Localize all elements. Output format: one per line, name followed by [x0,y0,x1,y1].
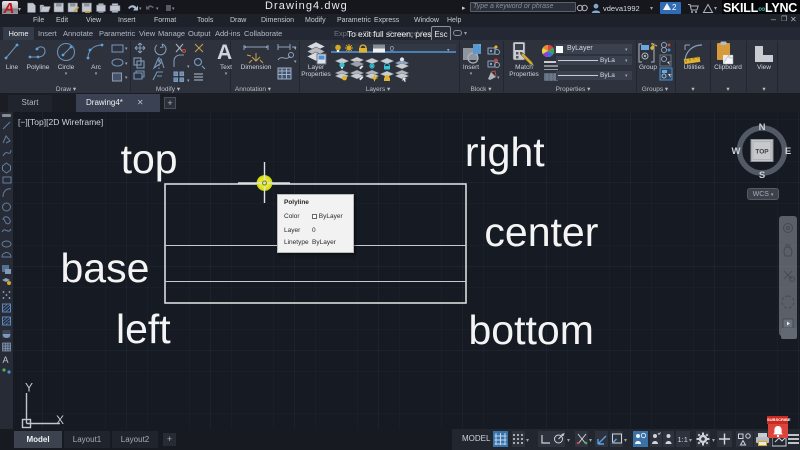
svg-text:▾: ▾ [187,64,190,70]
svg-text:▾: ▾ [589,438,592,444]
svg-text:0: 0 [390,46,394,53]
svg-text:▾: ▾ [156,6,159,12]
svg-text:▾: ▾ [712,438,715,444]
svg-text:1:1: 1:1 [678,435,688,444]
svg-text:▾: ▾ [497,75,500,81]
svg-text:▾: ▾ [447,48,450,54]
svg-text:▾: ▾ [187,78,190,82]
svg-text:▾: ▾ [125,46,128,52]
svg-text:▾: ▾ [294,59,297,65]
svg-text:▾: ▾ [125,75,128,81]
svg-text:▾: ▾ [139,6,142,12]
svg-text:▾: ▾ [567,438,570,444]
svg-text:▾: ▾ [526,438,529,444]
svg-text:▾: ▾ [294,46,297,52]
svg-text:▾: ▾ [125,61,128,67]
svg-text:▾: ▾ [172,6,175,12]
svg-text:▾: ▾ [689,438,692,444]
svg-text:▾: ▾ [624,438,627,444]
